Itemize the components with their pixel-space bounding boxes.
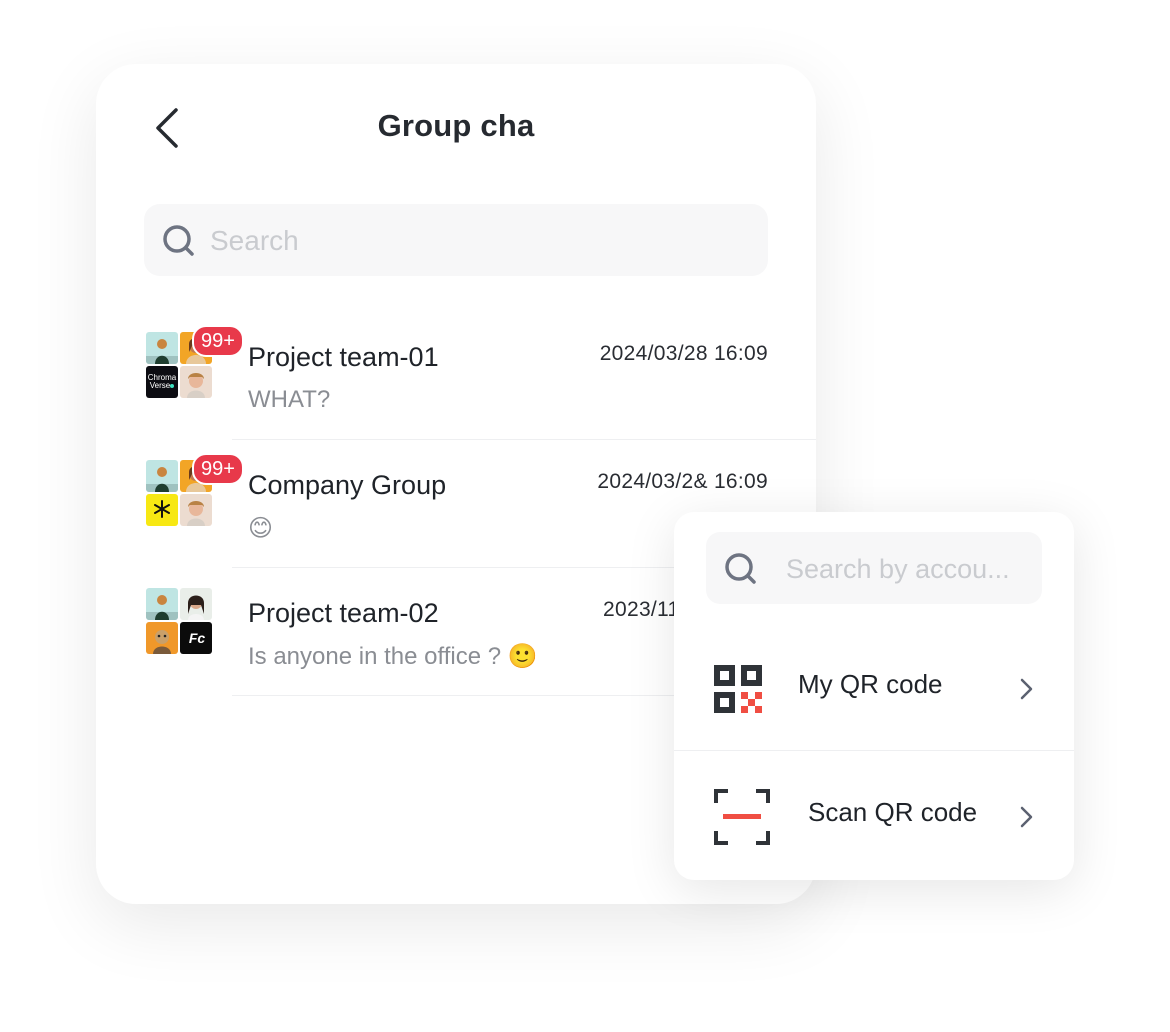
account-search-bar[interactable] [706, 532, 1042, 606]
search-icon [163, 225, 194, 256]
member-avatar [146, 588, 178, 620]
add-friend-popup: My QR code Scan QR code [674, 512, 1074, 880]
chat-name: Company Group [248, 470, 447, 500]
my-qr-code-item[interactable]: My QR code [674, 625, 1074, 753]
menu-item-label: My QR code [798, 669, 943, 699]
chromaverse-logo: Chroma Verse [146, 366, 178, 398]
search-bar[interactable] [144, 204, 768, 278]
scan-icon [714, 789, 770, 845]
chat-time: 2023/11 [603, 598, 680, 621]
search-input[interactable] [208, 204, 752, 278]
chevron-right-icon [1020, 678, 1033, 700]
page-title: Group cha [377, 108, 535, 143]
member-avatar [146, 622, 178, 654]
company-logo [146, 494, 178, 526]
unread-badge: 99+ [192, 453, 244, 485]
member-avatar [180, 366, 212, 398]
chat-name: Project team-01 [248, 342, 439, 372]
chat-preview: WHAT? [248, 386, 331, 413]
member-avatar [146, 332, 178, 364]
member-avatar [180, 494, 212, 526]
group-avatar: Fc [146, 588, 214, 656]
chat-preview: Is anyone in the office ? 🙂 [248, 643, 538, 670]
unread-badge: 99+ [192, 325, 244, 357]
chat-list-item[interactable]: Chroma Verse 99+ Project team-01 2024/03… [96, 312, 816, 440]
account-search-input[interactable] [784, 532, 1038, 606]
chat-time: 2024/03/28 16:09 [599, 342, 768, 365]
chevron-right-icon [1020, 806, 1033, 828]
scan-qr-code-item[interactable]: Scan QR code [674, 753, 1074, 880]
fc-logo: Fc [180, 622, 212, 654]
divider [674, 750, 1074, 751]
chat-time: 2024/03/2& 16:09 [597, 470, 768, 493]
qr-code-icon [714, 665, 762, 713]
chat-name: Project team-02 [248, 598, 439, 628]
member-avatar [146, 460, 178, 492]
chat-preview: 😊 [248, 515, 274, 542]
menu-item-label: Scan QR code [808, 797, 978, 827]
svg-text:Verse: Verse [150, 381, 171, 390]
search-icon [725, 553, 756, 584]
svg-text:Fc: Fc [189, 630, 206, 646]
member-avatar [180, 588, 212, 620]
